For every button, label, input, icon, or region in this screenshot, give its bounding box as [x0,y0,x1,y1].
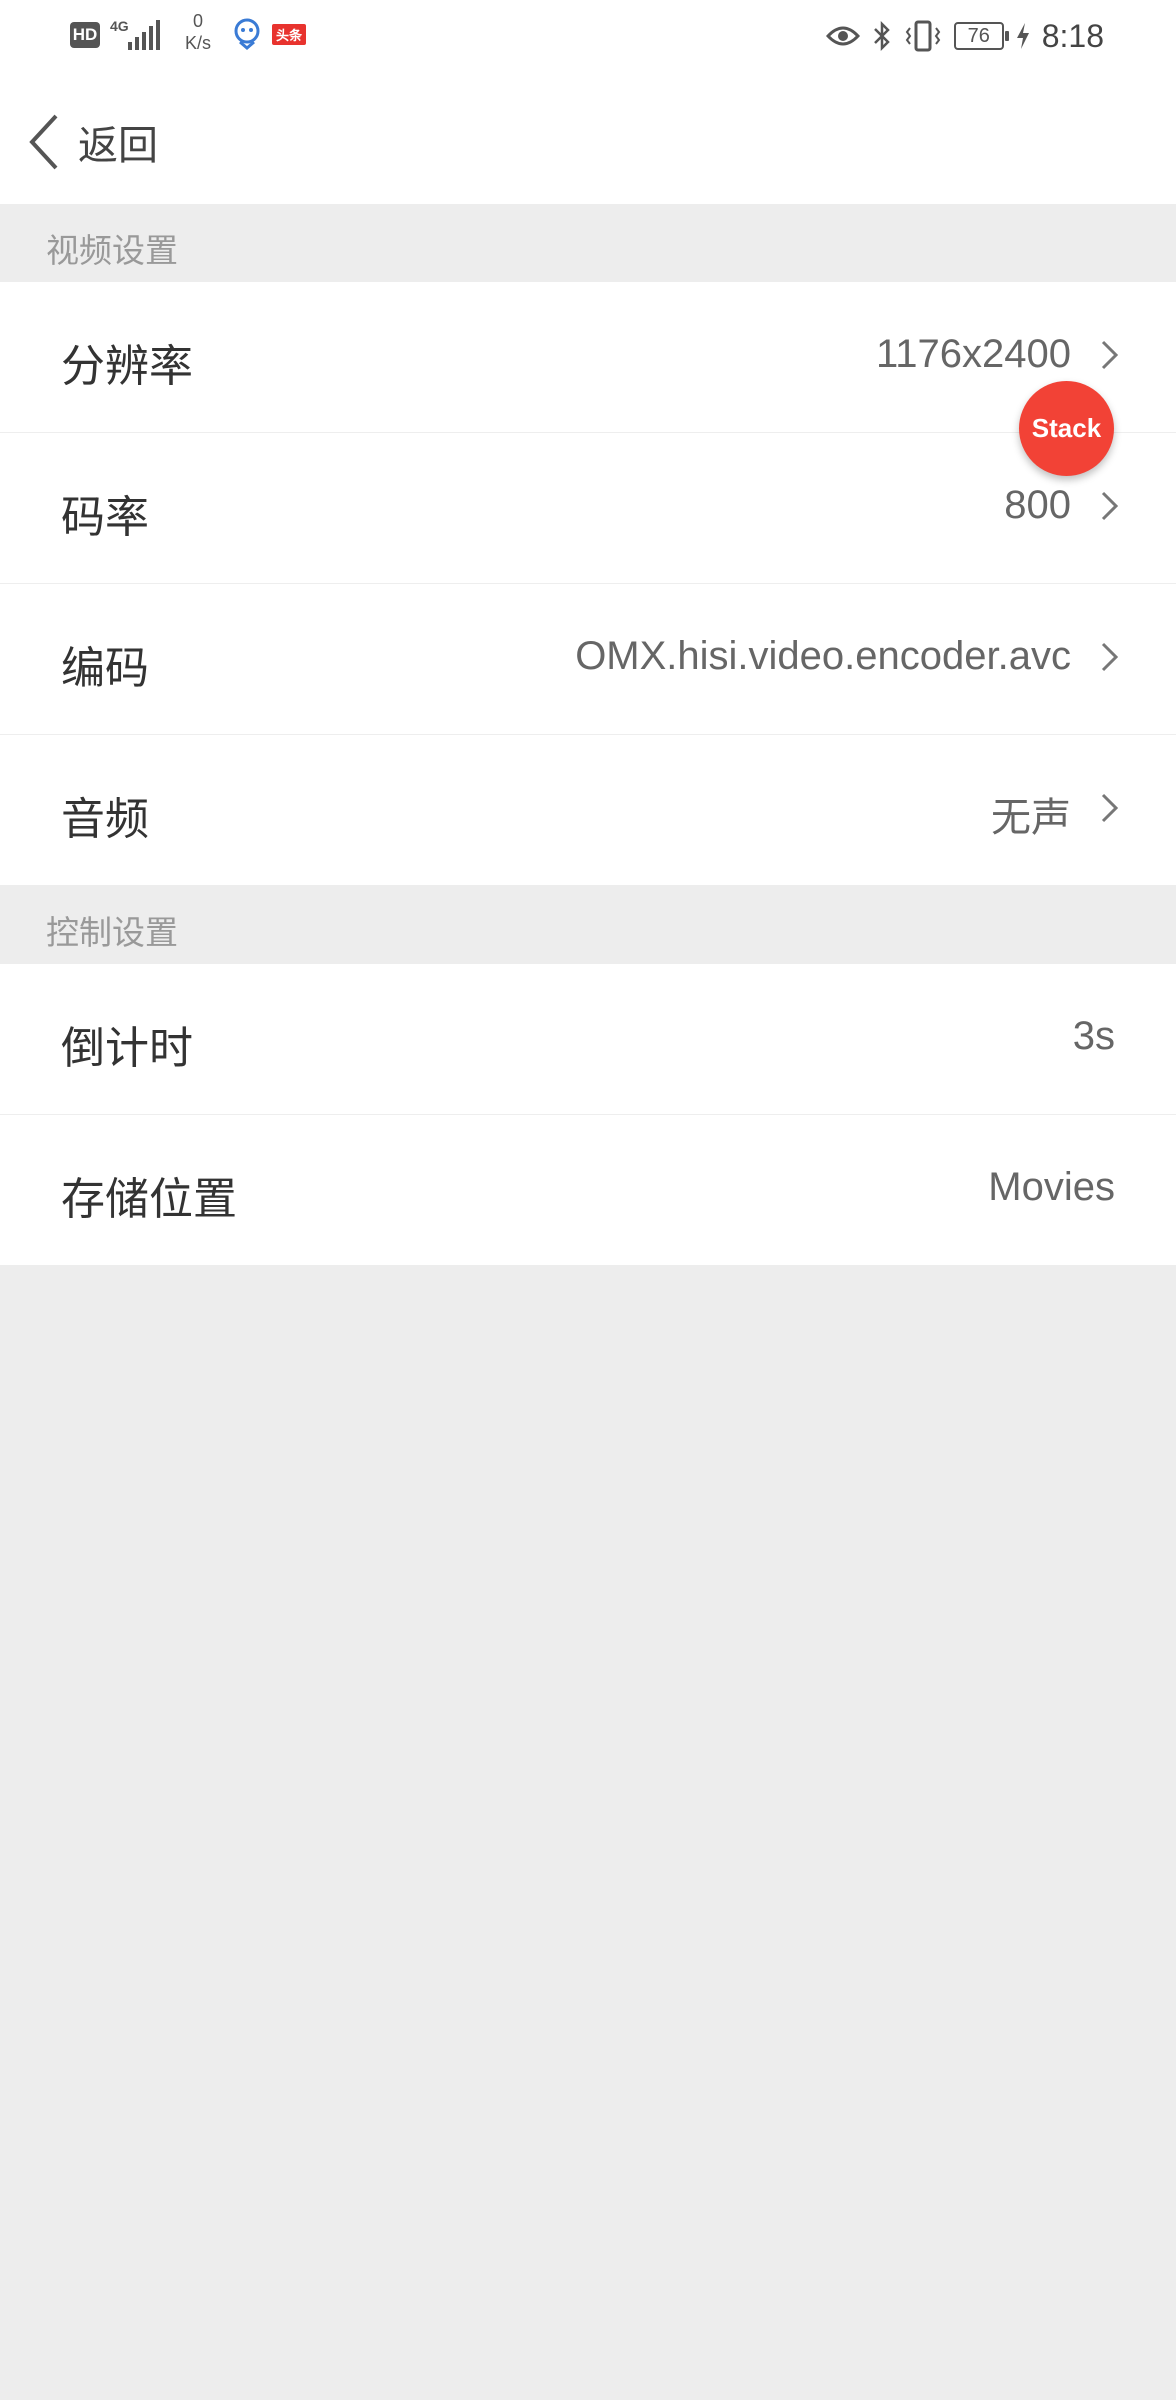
section-title: 控制设置 [46,913,178,952]
nav-bar: 返回 [0,72,1176,204]
setting-value: 3s [1072,1014,1115,1058]
setting-value: 无声 [991,796,1071,840]
clock: 8:18 [1041,17,1104,54]
speed-unit: K/s [184,33,211,53]
setting-row-bitrate[interactable]: 码率 800 [0,433,1176,584]
back-button[interactable]: 返回 [28,102,158,182]
setting-label: 音频 [61,794,149,845]
chevron-right-icon [1101,793,1119,823]
battery-icon: 76 [953,22,1009,50]
back-label: 返回 [78,123,158,169]
setting-label: 编码 [61,643,149,694]
setting-row-storage[interactable]: 存储位置 Movies [0,1115,1176,1265]
hd-voice-icon: HD [70,22,100,48]
bluetooth-icon [873,20,890,52]
status-right: 76 8:18 [825,14,1104,58]
section-title: 视频设置 [46,231,178,270]
speed-value: 0 [192,11,203,31]
network-type: 4G [110,18,129,34]
setting-label: 码率 [61,492,149,543]
setting-value: 1176x2400 [876,332,1071,376]
setting-row-countdown[interactable]: 倒计时 3s [0,964,1176,1115]
toutiao-badge: 头条 [272,24,307,45]
setting-value: OMX.hisi.video.encoder.avc [575,634,1071,678]
chevron-right-icon [1101,491,1119,521]
chevron-left-icon [29,114,58,170]
chevron-right-icon [1101,340,1119,370]
setting-label: 分辨率 [61,341,193,392]
stack-floating-button[interactable]: Stack [1019,381,1114,476]
chevron-right-icon [1101,642,1119,672]
eye-icon [825,26,860,46]
setting-row-resolution[interactable]: 分辨率 1176x2400 [0,282,1176,433]
setting-row-audio[interactable]: 音频 无声 [0,735,1176,885]
setting-row-encoder[interactable]: 编码 OMX.hisi.video.encoder.avc [0,584,1176,735]
setting-label: 存储位置 [61,1174,237,1225]
charging-icon [1016,23,1029,49]
section-header-video: 视频设置 [0,204,1176,282]
status-bar: HD 4G 0 K/s 头条 76 8:18 [0,0,1176,72]
section-header-control: 控制设置 [0,886,1176,964]
network-speed: 0 K/s [178,10,218,54]
vibrate-icon [905,20,940,52]
setting-value: Movies [988,1165,1115,1209]
signal-icon [128,20,160,50]
setting-value: 800 [1004,483,1071,527]
app-notification-icon [234,18,260,50]
setting-label: 倒计时 [61,1023,193,1074]
